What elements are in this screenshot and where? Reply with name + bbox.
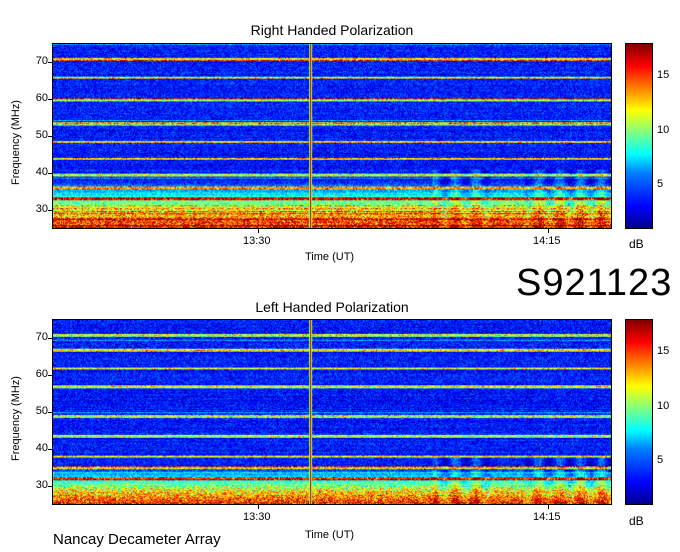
colorbar-tick-label: 15 — [657, 344, 670, 357]
y-tick-label: 30 — [35, 479, 48, 492]
y-tick-label: 30 — [35, 203, 48, 216]
colorbar-unit-top: dB — [629, 237, 644, 251]
colorbar-tick-label: 15 — [657, 68, 670, 81]
x-tick-label: 14:15 — [533, 235, 561, 247]
y-tick-mark — [48, 412, 52, 413]
chart-title-left-handed: Left Handed Polarization — [255, 299, 409, 315]
x-tick-mark — [258, 229, 259, 233]
instrument-name: Nancay Decameter Array — [53, 531, 221, 548]
chart-title-right-handed: Right Handed Polarization — [250, 22, 414, 38]
spectrogram-canvas-right — [53, 44, 611, 228]
y-axis-label-top: Frequency (MHz) — [10, 100, 22, 185]
y-tick-label: 50 — [35, 405, 48, 417]
y-tick-label: 40 — [35, 166, 48, 179]
x-tick-label: 13:30 — [243, 235, 271, 247]
spectrogram-canvas-left — [53, 320, 611, 504]
y-tick-mark — [48, 210, 52, 212]
x-axis-label-top: Time (UT) — [305, 251, 355, 263]
spectrogram-left-handed — [52, 319, 612, 505]
x-tick-mark — [548, 229, 549, 233]
y-tick-mark — [48, 136, 52, 137]
y-tick-mark — [48, 337, 52, 339]
y-tick-mark — [48, 98, 52, 100]
spectrogram-right-handed — [52, 43, 612, 229]
y-axis-label-bottom: Frequency (MHz) — [10, 376, 22, 461]
colorbar-tick-label: 10 — [657, 123, 670, 136]
colorbar-right-handed — [625, 43, 653, 229]
colorbar-left-handed — [625, 319, 653, 505]
y-tick-mark — [48, 61, 52, 63]
x-tick-label: 13:30 — [243, 511, 271, 523]
x-tick-mark — [258, 505, 259, 509]
y-tick-mark — [48, 449, 52, 451]
colorbar-tick-label: 5 — [657, 454, 664, 467]
y-tick-label: 40 — [35, 442, 48, 455]
colorbar-unit-bottom: dB — [629, 514, 644, 528]
y-tick-label: 60 — [35, 91, 48, 104]
y-tick-label: 70 — [35, 330, 48, 343]
x-axis-label-bottom: Time (UT) — [305, 529, 355, 541]
y-tick-label: 50 — [35, 129, 48, 141]
y-tick-mark — [48, 486, 52, 488]
x-tick-label: 14:15 — [533, 511, 561, 523]
y-tick-mark — [48, 173, 52, 175]
x-tick-mark — [548, 505, 549, 509]
colorbar-tick-label: 10 — [657, 399, 670, 412]
y-tick-label: 70 — [35, 54, 48, 67]
colorbar-tick-label: 5 — [657, 178, 664, 191]
y-tick-mark — [48, 374, 52, 376]
y-tick-label: 60 — [35, 367, 48, 380]
